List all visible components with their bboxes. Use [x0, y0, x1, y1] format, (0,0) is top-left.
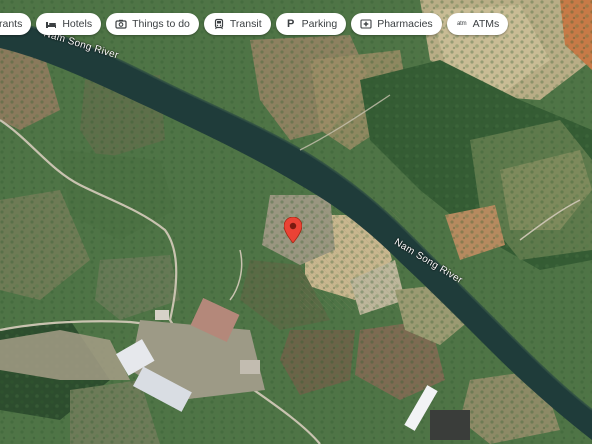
- chip-label: Parking: [301, 17, 338, 30]
- map-pin-icon[interactable]: [283, 216, 303, 244]
- chip-label: rants: [0, 17, 23, 30]
- building-small-1: [240, 360, 260, 374]
- chip-label: Transit: [229, 17, 262, 30]
- chip-hotels[interactable]: Hotels: [36, 13, 102, 35]
- map-viewport[interactable]: rants Hotels Things to do Transit P Park…: [0, 0, 592, 444]
- chip-label: Pharmacies: [377, 17, 433, 30]
- tram-icon: [213, 18, 225, 30]
- bed-icon: [45, 18, 57, 30]
- atm-icon: atm: [456, 21, 467, 27]
- map-pin-shape: [283, 216, 303, 244]
- chip-things-to-do[interactable]: Things to do: [106, 13, 199, 35]
- chip-label: Things to do: [132, 17, 190, 30]
- chip-label: Hotels: [62, 17, 93, 30]
- chip-parking[interactable]: P Parking: [275, 13, 347, 35]
- chip-restaurants[interactable]: rants: [0, 13, 32, 35]
- camera-icon: [115, 18, 127, 30]
- building-small-2: [155, 310, 169, 320]
- parking-icon: P: [286, 17, 295, 30]
- chip-label: ATMs: [472, 17, 500, 30]
- pharmacy-icon: [360, 18, 372, 30]
- chip-transit[interactable]: Transit: [203, 13, 271, 35]
- category-chip-bar: rants Hotels Things to do Transit P Park…: [0, 13, 509, 35]
- building-dark-se: [430, 410, 470, 440]
- chip-atms[interactable]: atm ATMs: [446, 13, 509, 35]
- chip-pharmacies[interactable]: Pharmacies: [351, 13, 442, 35]
